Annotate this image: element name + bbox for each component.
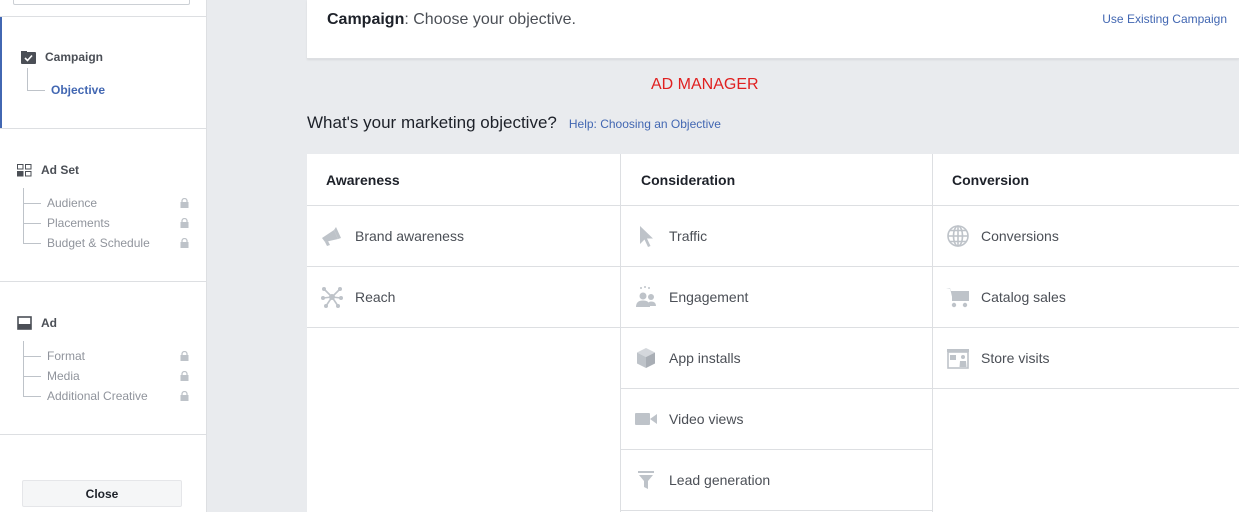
people-icon (633, 284, 659, 310)
sidebar-search-input[interactable] (13, 0, 190, 5)
column-header: Awareness (307, 154, 620, 206)
column-consideration: Consideration Traffic Engagement App ins… (620, 154, 933, 512)
lock-icon (180, 371, 189, 381)
objective-label: Reach (355, 289, 396, 305)
objective-label: Traffic (669, 228, 708, 244)
lock-icon (180, 391, 189, 401)
megaphone-icon (319, 223, 345, 249)
lock-icon (180, 238, 189, 248)
lock-icon (180, 218, 189, 228)
sidebar-item-budget-schedule: Budget & Schedule (47, 236, 150, 250)
help-link[interactable]: Help: Choosing an Objective (569, 117, 721, 131)
sidebar-item-placements: Placements (47, 216, 110, 230)
sidebar-section-label: Ad (41, 316, 57, 330)
objective-traffic[interactable]: Traffic (621, 206, 932, 267)
objective-grid: Awareness Brand awareness Reach Consider… (307, 154, 1239, 512)
objective-label: Catalog sales (981, 289, 1066, 305)
sidebar-item-additional-creative: Additional Creative (47, 389, 148, 403)
objective-video-views[interactable]: Video views (621, 389, 932, 450)
sidebar-section-label: Ad Set (41, 163, 80, 177)
cart-icon (945, 284, 971, 310)
objective-label: Conversions (981, 228, 1059, 244)
sidebar-item-media: Media (47, 369, 80, 383)
funnel-icon (633, 467, 659, 493)
lock-icon (180, 351, 189, 361)
column-conversion: Conversion Conversions Catalog sales Sto… (933, 154, 1239, 512)
sidebar-section-campaign[interactable]: Campaign (20, 50, 103, 64)
objective-label: Lead generation (669, 472, 771, 488)
sidebar-item-audience: Audience (47, 196, 98, 210)
column-awareness: Awareness Brand awareness Reach (307, 154, 620, 512)
divider (0, 281, 206, 282)
store-icon (945, 345, 971, 371)
box-icon (633, 345, 659, 371)
sidebar-section-ad[interactable]: Ad (16, 316, 57, 330)
tree-line (23, 356, 41, 357)
objective-label: App installs (669, 350, 741, 366)
use-existing-campaign-link[interactable]: Use Existing Campaign (1102, 12, 1227, 26)
column-header: Consideration (621, 154, 932, 206)
sidebar-item-format: Format (47, 349, 86, 363)
cursor-icon (633, 223, 659, 249)
tree-line (27, 68, 28, 90)
tree-line (23, 223, 41, 224)
objective-label: Video views (669, 411, 744, 427)
objective-question: What's your marketing objective? Help: C… (307, 113, 721, 133)
objective-brand-awareness[interactable]: Brand awareness (307, 206, 620, 267)
sidebar: Campaign Objective Ad Set Audience Place… (0, 0, 207, 512)
objective-reach[interactable]: Reach (307, 267, 620, 328)
active-section-indicator (0, 17, 2, 128)
objective-catalog-sales[interactable]: Catalog sales (933, 267, 1239, 328)
objective-engagement[interactable]: Engagement (621, 267, 932, 328)
objective-store-visits[interactable]: Store visits (933, 328, 1239, 389)
tree-line (23, 341, 24, 397)
divider (0, 128, 206, 129)
video-camera-icon (633, 406, 659, 432)
divider (0, 16, 206, 17)
tree-line (27, 90, 45, 91)
reach-icon (319, 284, 345, 310)
objective-lead-generation[interactable]: Lead generation (621, 450, 932, 511)
column-header: Conversion (933, 154, 1239, 206)
objective-label: Store visits (981, 350, 1050, 366)
page-title-rest: : Choose your objective. (404, 11, 576, 28)
objective-conversions[interactable]: Conversions (933, 206, 1239, 267)
ad-manager-banner: AD MANAGER (651, 76, 759, 93)
tree-line (23, 188, 24, 244)
objective-label: Engagement (669, 289, 749, 305)
ad-layout-icon (16, 316, 32, 330)
checkbox-icon (20, 50, 36, 64)
question-text: What's your marketing objective? (307, 113, 557, 132)
tree-line (23, 243, 41, 244)
tree-line (23, 376, 41, 377)
sidebar-section-label: Campaign (45, 50, 104, 64)
grid-icon (16, 163, 32, 177)
globe-icon (945, 223, 971, 249)
tree-line (23, 203, 41, 204)
header-card: Campaign: Choose your objective. Use Exi… (307, 0, 1239, 59)
tree-line (23, 396, 41, 397)
objective-label: Brand awareness (355, 228, 464, 244)
page-title-bold: Campaign (327, 11, 405, 28)
divider (0, 434, 206, 435)
close-button[interactable]: Close (22, 480, 182, 507)
lock-icon (180, 198, 189, 208)
page-title: Campaign: Choose your objective. (327, 11, 576, 29)
objective-app-installs[interactable]: App installs (621, 328, 932, 389)
sidebar-item-objective[interactable]: Objective (51, 83, 105, 97)
sidebar-section-ad-set[interactable]: Ad Set (16, 163, 79, 177)
